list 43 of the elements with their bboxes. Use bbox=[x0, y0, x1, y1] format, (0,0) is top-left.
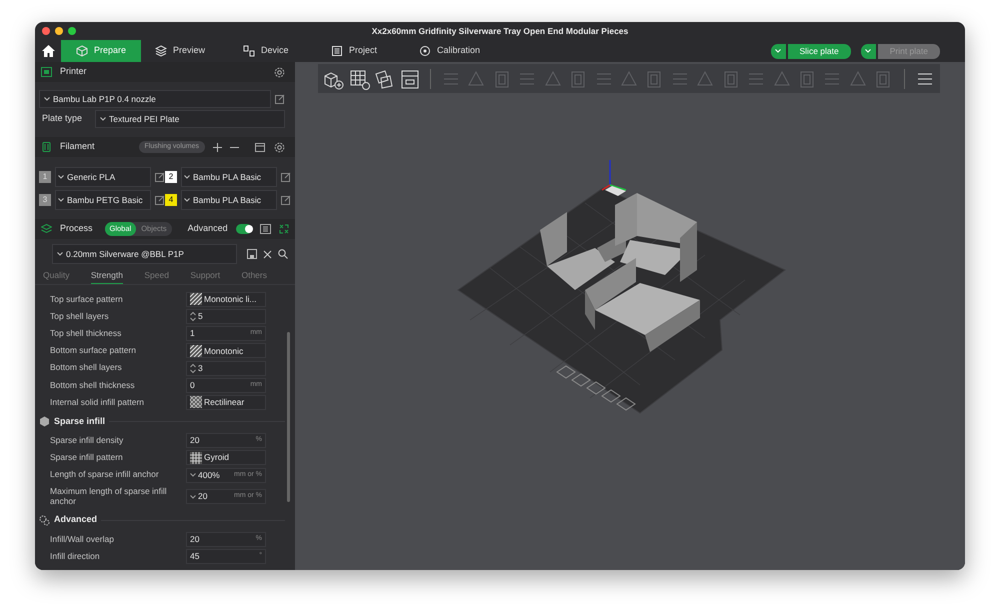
slot-number: 3 bbox=[39, 194, 51, 206]
top-tab[interactable]: Calibration bbox=[405, 40, 493, 62]
settings-tab[interactable]: Strength bbox=[90, 269, 123, 284]
printer-select[interactable]: Bambu Lab P1P 0.4 nozzle bbox=[39, 90, 271, 108]
setting-label: Top surface pattern bbox=[50, 294, 124, 304]
slot-number: 4 bbox=[165, 194, 177, 206]
top-tab[interactable]: Preview bbox=[141, 40, 229, 62]
setting-field[interactable]: Monotonic bbox=[186, 343, 266, 358]
advanced-label: Advanced bbox=[188, 222, 228, 236]
setting-label: Bottom surface pattern bbox=[50, 346, 137, 356]
panel-title: Process bbox=[60, 222, 93, 236]
plate-type-select[interactable]: Textured PEI Plate bbox=[95, 110, 285, 128]
setting-field[interactable]: 3 bbox=[186, 360, 266, 376]
process-preset-select[interactable]: 0.20mm Silverware @BBL P1P bbox=[52, 244, 237, 264]
setting-label: Bottom shell layers bbox=[50, 363, 123, 373]
filament-select[interactable]: Bambu PLA Basic bbox=[181, 190, 277, 210]
window-title: Xx2x60mm Gridfinity Silverware Tray Open End Modular Pieces bbox=[372, 24, 628, 38]
section-title: Sparse infill bbox=[54, 414, 106, 428]
section-title: Advanced bbox=[54, 513, 98, 526]
setting-label: Sparse infill pattern bbox=[50, 453, 124, 463]
setting-label: Maximum length of sparse infill anchor bbox=[50, 487, 168, 506]
setting-label: Top shell thickness bbox=[50, 329, 122, 338]
slot-number: 2 bbox=[165, 171, 177, 183]
setting-label: Infill direction bbox=[50, 552, 101, 562]
setting-label: Top shell layers bbox=[50, 312, 110, 322]
setting-label: Sparse infill density bbox=[50, 436, 124, 446]
setting-field[interactable]: 5 bbox=[186, 309, 266, 324]
setting-label: Length of sparse infill anchor bbox=[50, 470, 160, 480]
panel-title: Filament bbox=[60, 140, 95, 154]
filament-select[interactable]: Bambu PETG Basic bbox=[55, 190, 151, 210]
top-tab[interactable]: Device bbox=[229, 40, 317, 62]
setting-field[interactable]: Gyroid bbox=[186, 450, 266, 466]
panel-title: Printer bbox=[60, 65, 87, 78]
setting-field[interactable]: Monotonic li... bbox=[186, 292, 266, 307]
filament-select[interactable]: Generic PLA bbox=[55, 167, 151, 187]
field-label: Plate type bbox=[41, 112, 84, 126]
setting-field[interactable]: Rectilinear bbox=[186, 394, 266, 410]
setting-label: Bottom shell thickness bbox=[50, 380, 136, 390]
top-tab[interactable]: Project bbox=[317, 40, 405, 62]
filament-select[interactable]: Bambu PLA Basic bbox=[181, 167, 277, 187]
slot-number: 1 bbox=[39, 171, 51, 183]
setting-label: Infill/Wall overlap bbox=[50, 534, 115, 544]
setting-label: Internal solid infill pattern bbox=[50, 398, 146, 408]
